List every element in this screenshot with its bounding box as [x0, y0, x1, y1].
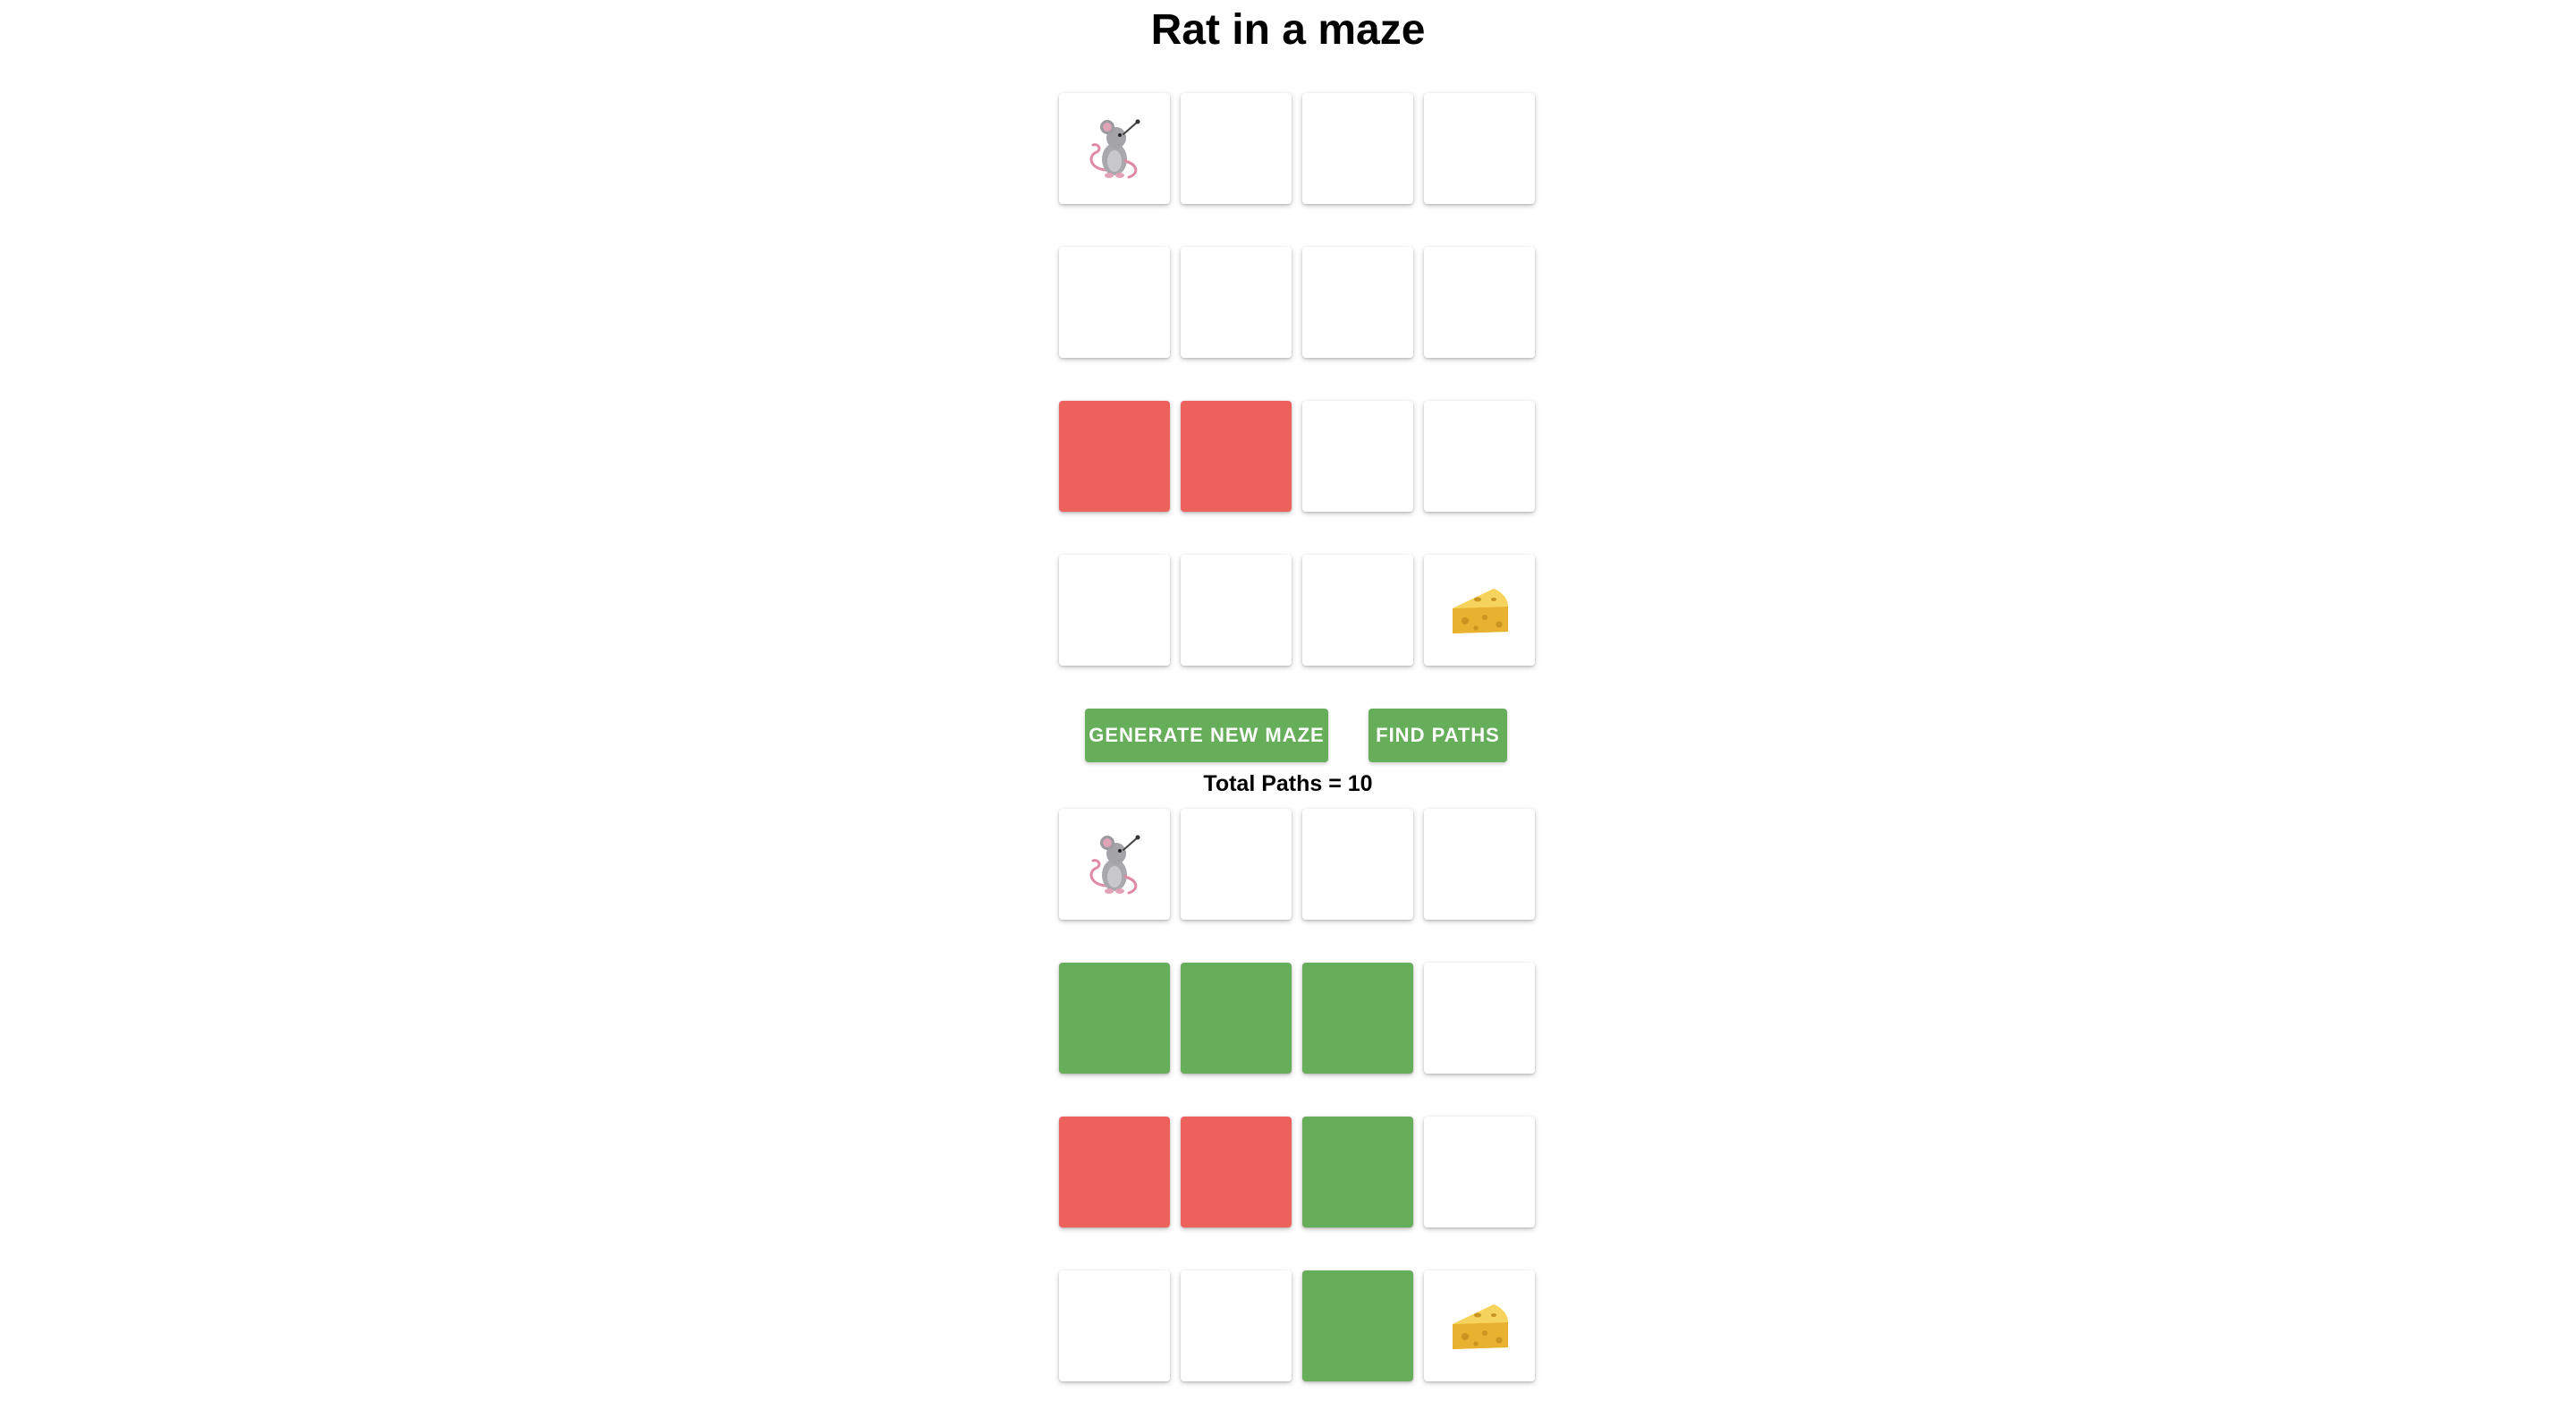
maze-cell-blocked[interactable]	[1059, 1117, 1170, 1227]
maze-cell-empty[interactable]	[1302, 401, 1413, 512]
maze-cell-empty[interactable]	[1424, 963, 1535, 1074]
maze-row	[1059, 247, 1538, 358]
maze-cell-path[interactable]	[1302, 1117, 1413, 1227]
maze-row	[1059, 555, 1538, 666]
maze-cell-empty[interactable]	[1181, 247, 1292, 358]
maze-cell-path[interactable]	[1059, 963, 1170, 1074]
maze-cell-cheese[interactable]	[1424, 1270, 1535, 1381]
maze-cell-empty[interactable]	[1181, 1270, 1292, 1381]
maze-row	[1059, 1117, 1538, 1227]
maze-cell-empty[interactable]	[1302, 93, 1413, 204]
maze-cell-empty[interactable]	[1059, 1270, 1170, 1381]
maze-cell-empty[interactable]	[1424, 93, 1535, 204]
rat-icon	[1089, 119, 1140, 179]
maze-cell-empty[interactable]	[1424, 401, 1535, 512]
maze-cell-cheese[interactable]	[1424, 555, 1535, 666]
page: Rat in a maze GENERATE NEW MAZE FIND PAT…	[0, 0, 2576, 1410]
maze-grid-input	[1059, 93, 1538, 709]
cheese-icon	[1453, 1304, 1508, 1349]
maze-cell-path[interactable]	[1181, 963, 1292, 1074]
rat-icon	[1089, 835, 1140, 895]
maze-cell-empty[interactable]	[1181, 809, 1292, 920]
maze-row	[1059, 93, 1538, 204]
maze-cell-empty[interactable]	[1059, 247, 1170, 358]
maze-cell-rat[interactable]	[1059, 809, 1170, 920]
maze-cell-blocked[interactable]	[1059, 401, 1170, 512]
maze-cell-empty[interactable]	[1302, 247, 1413, 358]
maze-cell-empty[interactable]	[1302, 555, 1413, 666]
maze-row	[1059, 401, 1538, 512]
cheese-icon	[1453, 589, 1508, 633]
total-paths-label: Total Paths = 10	[1203, 771, 1373, 796]
maze-cell-blocked[interactable]	[1181, 1117, 1292, 1227]
maze-cell-rat[interactable]	[1059, 93, 1170, 204]
maze-cell-empty[interactable]	[1424, 809, 1535, 920]
maze-cell-path[interactable]	[1302, 1270, 1413, 1381]
maze-cell-empty[interactable]	[1181, 555, 1292, 666]
page-title: Rat in a maze	[1150, 6, 1426, 54]
maze-cell-empty[interactable]	[1424, 247, 1535, 358]
maze-cell-empty[interactable]	[1424, 1117, 1535, 1227]
find-paths-button[interactable]: FIND PATHS	[1368, 709, 1507, 762]
maze-cell-path[interactable]	[1302, 963, 1413, 1074]
generate-new-maze-button[interactable]: GENERATE NEW MAZE	[1085, 709, 1328, 762]
maze-row	[1059, 1270, 1538, 1381]
maze-cell-empty[interactable]	[1302, 809, 1413, 920]
maze-cell-blocked[interactable]	[1181, 401, 1292, 512]
maze-row	[1059, 963, 1538, 1074]
maze-cell-empty[interactable]	[1059, 555, 1170, 666]
maze-row	[1059, 809, 1538, 920]
maze-cell-empty[interactable]	[1181, 93, 1292, 204]
maze-grid-solution	[1059, 809, 1538, 1410]
